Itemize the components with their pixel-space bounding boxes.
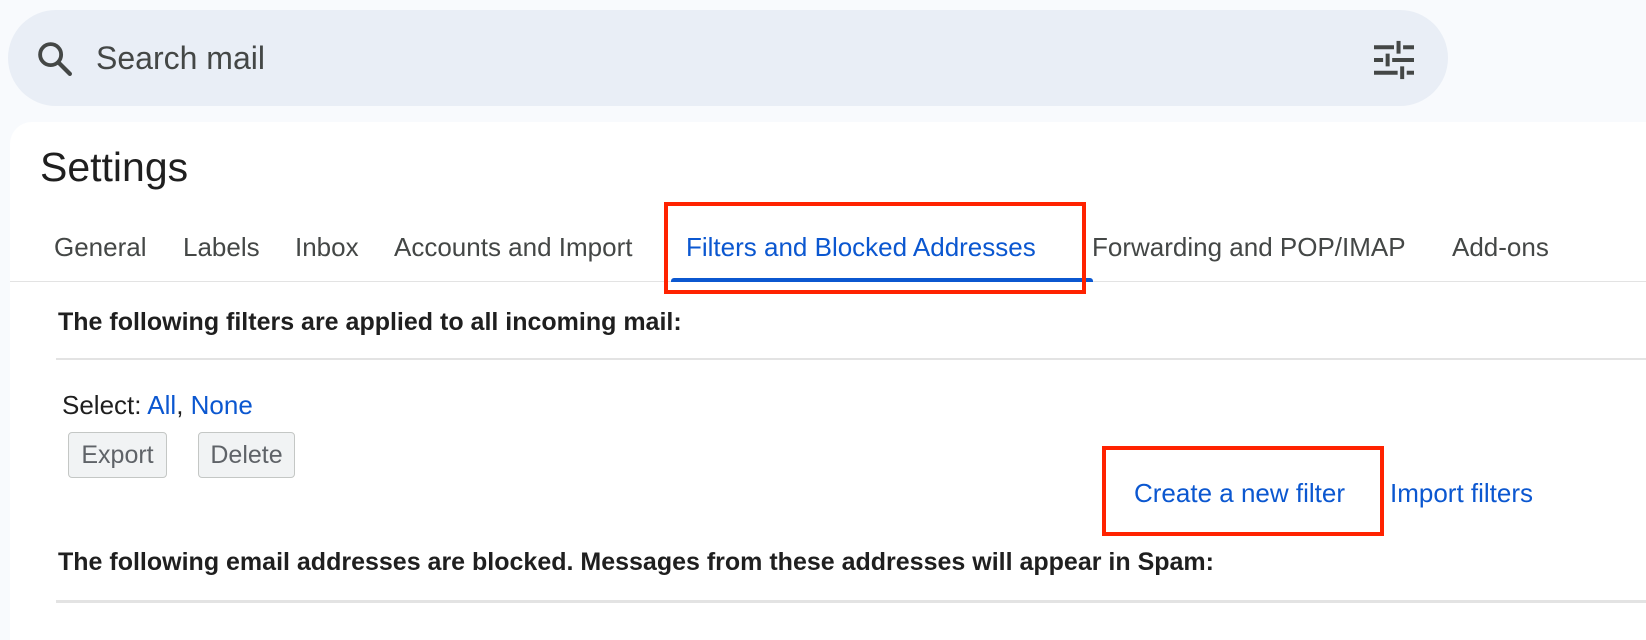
- divider: [56, 358, 1646, 360]
- search-bar: [8, 10, 1448, 106]
- gmail-settings-page: Settings General Labels Inbox Accounts a…: [0, 0, 1646, 640]
- tune-icon[interactable]: [1372, 40, 1416, 80]
- tab-accounts-and-import[interactable]: Accounts and Import: [394, 232, 632, 263]
- active-tab-indicator: [671, 278, 1093, 282]
- search-input[interactable]: [96, 30, 1296, 86]
- settings-tabs: General Labels Inbox Accounts and Import…: [10, 206, 1646, 282]
- select-row: Select: All, None: [62, 390, 253, 421]
- filters-heading: The following filters are applied to all…: [58, 308, 682, 336]
- tab-forwarding-and-pop-imap[interactable]: Forwarding and POP/IMAP: [1092, 232, 1406, 263]
- divider: [56, 600, 1646, 603]
- delete-button[interactable]: Delete: [198, 432, 295, 478]
- select-all-link[interactable]: All: [147, 390, 176, 420]
- tab-inbox[interactable]: Inbox: [295, 232, 359, 263]
- select-separator: ,: [176, 390, 191, 420]
- import-filters-link[interactable]: Import filters: [1390, 478, 1533, 509]
- export-button[interactable]: Export: [68, 432, 167, 478]
- select-none-link[interactable]: None: [191, 390, 253, 420]
- page-title: Settings: [40, 144, 189, 190]
- tab-filters-and-blocked-addresses[interactable]: Filters and Blocked Addresses: [686, 232, 1036, 263]
- tab-general[interactable]: General: [54, 232, 147, 263]
- tab-add-ons[interactable]: Add-ons: [1452, 232, 1549, 263]
- create-filter-link[interactable]: Create a new filter: [1134, 478, 1345, 509]
- select-label: Select:: [62, 390, 148, 420]
- tab-labels[interactable]: Labels: [183, 232, 260, 263]
- search-icon[interactable]: [34, 38, 76, 80]
- settings-panel: Settings General Labels Inbox Accounts a…: [10, 122, 1646, 640]
- blocked-heading: The following email addresses are blocke…: [58, 548, 1214, 576]
